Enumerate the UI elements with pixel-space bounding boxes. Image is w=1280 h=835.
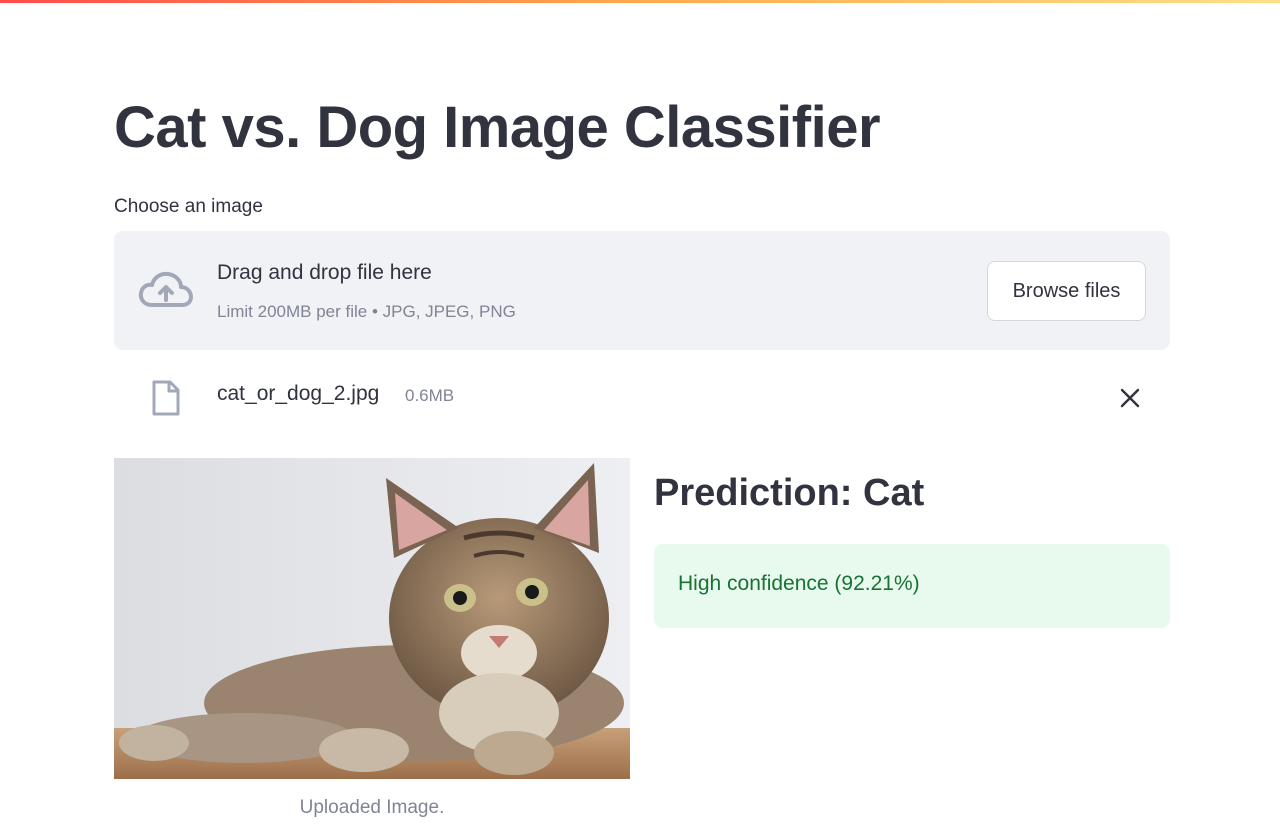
dropzone-limits: Limit 200MB per file • JPG, JPEG, PNG — [217, 302, 516, 321]
file-size: 0.6MB — [405, 386, 455, 405]
confidence-success-alert: High confidence (92.21%) — [654, 544, 1170, 628]
file-dropzone[interactable]: Drag and drop file here Limit 200MB per … — [114, 231, 1170, 350]
uploader-label: Choose an image — [114, 196, 263, 217]
file-name: cat_or_dog_2.jpg — [217, 382, 380, 405]
cloud-upload-icon — [138, 271, 193, 307]
file-icon — [152, 380, 180, 416]
cat-photo — [114, 458, 630, 779]
close-icon[interactable] — [1118, 386, 1142, 410]
dropzone-title: Drag and drop file here — [217, 261, 432, 284]
app-header-decoration — [0, 0, 1280, 3]
browse-files-button[interactable]: Browse files — [987, 261, 1146, 321]
prediction-heading: Prediction: Cat — [654, 472, 925, 514]
uploaded-file-row: cat_or_dog_2.jpg 0.6MB — [114, 372, 1170, 424]
uploaded-image — [114, 458, 630, 779]
image-caption: Uploaded Image. — [299, 797, 445, 818]
confidence-text: High confidence (92.21%) — [678, 572, 920, 595]
page-title: Cat vs. Dog Image Classifier — [114, 95, 881, 160]
